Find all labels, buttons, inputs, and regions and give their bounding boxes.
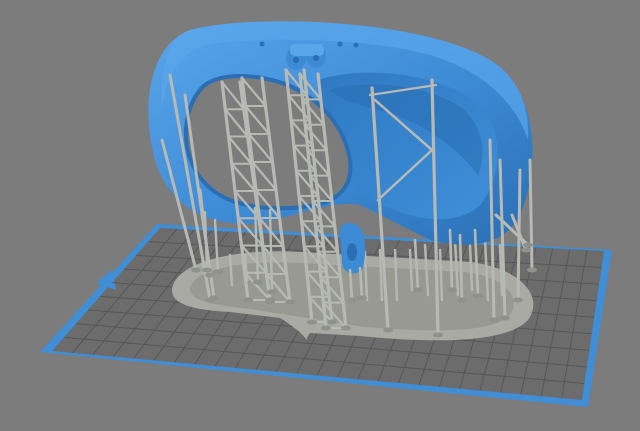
3d-print-preview-viewport[interactable] <box>0 0 640 431</box>
support-foot <box>383 327 393 333</box>
support-foot <box>213 269 223 275</box>
support-foot <box>253 279 263 285</box>
support-foot <box>521 247 531 253</box>
support-foot <box>433 332 443 338</box>
support-foot <box>489 317 499 323</box>
support-foot <box>357 295 367 301</box>
support-foot <box>209 295 219 301</box>
support-foot <box>513 297 523 303</box>
support-foot <box>267 289 277 295</box>
scene-canvas[interactable] <box>0 0 640 431</box>
support-foot <box>457 297 467 303</box>
support-foot <box>413 287 423 293</box>
support-foot <box>347 297 357 303</box>
hook-tab <box>339 222 366 274</box>
support-foot <box>243 297 253 303</box>
support-foot <box>191 267 201 273</box>
support-foot <box>202 267 212 273</box>
support-foot <box>447 287 457 293</box>
support-foot <box>285 299 295 305</box>
support-foot <box>321 325 331 331</box>
support-foot <box>341 325 351 331</box>
support-foot <box>527 267 537 273</box>
support-foot <box>265 299 275 305</box>
support-foot <box>523 242 533 248</box>
support-foot <box>327 319 337 325</box>
support-foot <box>473 293 483 299</box>
support-strut <box>528 158 534 272</box>
support-foot <box>307 319 317 325</box>
support-foot <box>205 272 215 278</box>
support-foot <box>500 315 510 321</box>
